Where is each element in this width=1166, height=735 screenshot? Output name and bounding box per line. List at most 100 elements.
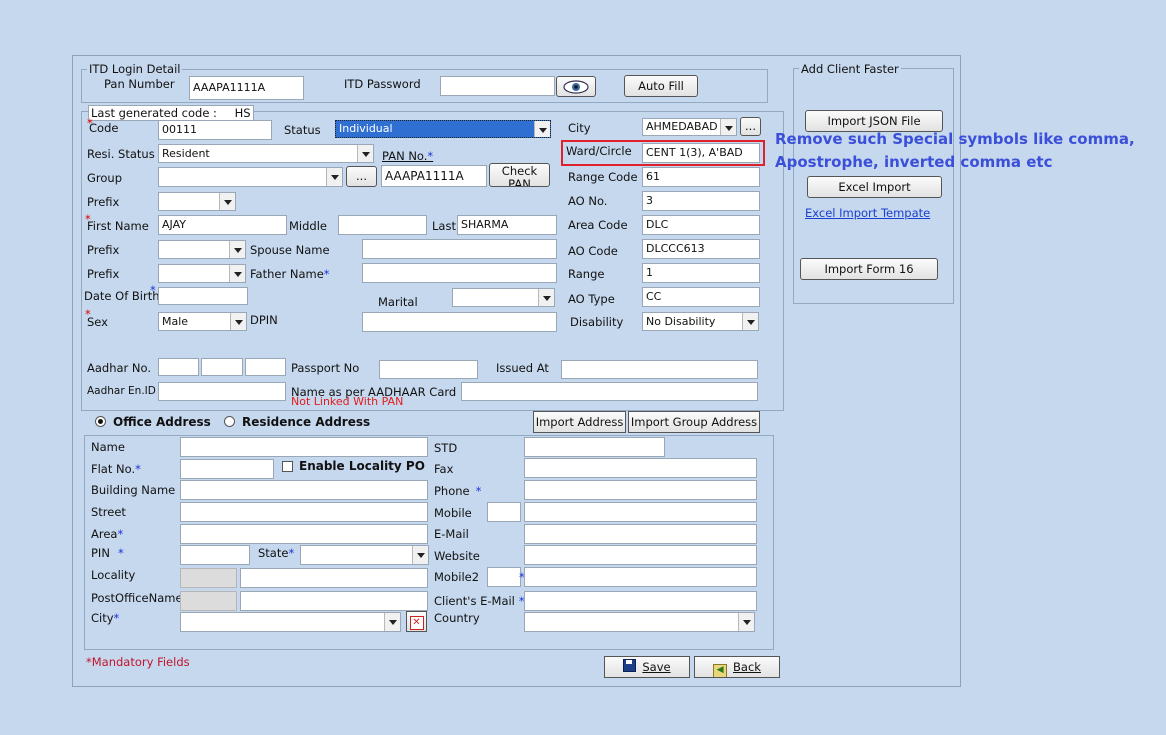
website-input[interactable] bbox=[524, 545, 757, 565]
ao-type-input[interactable]: CC bbox=[642, 287, 760, 307]
state-label: State* bbox=[258, 546, 294, 560]
spouse-name-input[interactable] bbox=[362, 239, 557, 259]
father-prefix-select[interactable] bbox=[158, 264, 246, 283]
import-json-button[interactable]: Import JSON File bbox=[805, 110, 943, 132]
sex-select[interactable]: Male bbox=[158, 312, 247, 331]
father-required-mark: * bbox=[323, 267, 330, 281]
pin-required-mark: * bbox=[117, 546, 124, 560]
last-code-box: Last generated code : HS bbox=[88, 105, 254, 121]
dob-input[interactable] bbox=[158, 287, 248, 305]
mobile2-input[interactable] bbox=[524, 567, 757, 587]
import-address-button[interactable]: Import Address bbox=[533, 411, 626, 433]
flat-no-input[interactable] bbox=[180, 459, 274, 479]
fax-input[interactable] bbox=[524, 458, 757, 478]
pan-no-link[interactable]: PAN No.* bbox=[382, 149, 433, 163]
ao-no-input[interactable]: 3 bbox=[642, 191, 760, 211]
floppy-disk-icon bbox=[623, 659, 637, 672]
range-code-input[interactable]: 61 bbox=[642, 167, 760, 187]
first-name-input[interactable]: AJAY bbox=[158, 215, 287, 235]
name-aadhaar-input[interactable] bbox=[461, 382, 758, 401]
office-address-label[interactable]: Office Address bbox=[113, 415, 211, 429]
passport-input[interactable] bbox=[379, 360, 478, 379]
ward-circle-input[interactable]: CENT 1(3), A'BAD bbox=[642, 143, 760, 163]
pin-input[interactable] bbox=[180, 545, 250, 565]
locality-po-checkbox[interactable] bbox=[282, 461, 293, 472]
prefix-select[interactable] bbox=[158, 192, 236, 211]
status-select[interactable]: Individual bbox=[335, 120, 551, 138]
mobile-input[interactable] bbox=[524, 502, 757, 522]
show-password-button[interactable] bbox=[556, 76, 596, 97]
group-select[interactable] bbox=[158, 167, 343, 187]
excel-import-button[interactable]: Excel Import bbox=[807, 176, 942, 198]
addr-name-input[interactable] bbox=[180, 437, 428, 457]
state-required-mark: * bbox=[288, 546, 295, 560]
issued-at-label: Issued At bbox=[496, 361, 549, 375]
status-label: Status bbox=[284, 123, 321, 137]
import-group-address-button[interactable]: Import Group Address bbox=[628, 411, 760, 433]
auto-fill-button[interactable]: Auto Fill bbox=[624, 75, 698, 97]
marital-select[interactable] bbox=[452, 288, 555, 307]
excel-template-link[interactable]: Excel Import Tempate bbox=[805, 206, 930, 220]
group-browse-button[interactable]: ... bbox=[346, 166, 377, 187]
pan-input[interactable]: AAAPA1111A bbox=[381, 165, 487, 187]
father-name-label: Father Name* bbox=[250, 267, 330, 281]
area-input[interactable] bbox=[180, 524, 428, 544]
resi-status-select[interactable]: Resident bbox=[158, 144, 374, 163]
fax-label: Fax bbox=[434, 462, 454, 476]
back-button[interactable]: ◀ Back bbox=[694, 656, 780, 678]
ao-code-input[interactable]: DLCCC613 bbox=[642, 239, 760, 259]
first-name-label: First Name bbox=[87, 219, 149, 233]
eye-icon bbox=[563, 80, 589, 94]
addr-name-label: Name bbox=[91, 440, 125, 454]
mobile-label: Mobile bbox=[434, 506, 472, 520]
disability-label: Disability bbox=[570, 315, 624, 329]
import-form16-button[interactable]: Import Form 16 bbox=[800, 258, 938, 280]
not-linked-warning: Not Linked With PAN bbox=[291, 395, 404, 408]
residence-address-radio[interactable] bbox=[224, 416, 235, 427]
locality-input[interactable] bbox=[240, 568, 428, 588]
client-email-input[interactable] bbox=[524, 591, 757, 611]
post-office-input[interactable] bbox=[240, 591, 428, 611]
ao-city-browse-button[interactable]: ... bbox=[740, 117, 761, 136]
range-input[interactable]: 1 bbox=[642, 263, 760, 283]
status-value: Individual bbox=[339, 122, 393, 135]
ao-city-select[interactable]: AHMEDABAD bbox=[642, 118, 737, 136]
dpin-input[interactable] bbox=[362, 312, 557, 332]
mobile-code-input[interactable] bbox=[487, 502, 521, 522]
state-select[interactable] bbox=[300, 545, 429, 565]
aadhar-part1-input[interactable] bbox=[158, 358, 199, 376]
aadhar-enrol-label: Aadhar En.ID bbox=[87, 385, 156, 397]
disability-select[interactable]: No Disability bbox=[642, 312, 759, 331]
check-pan-button[interactable]: Check PAN bbox=[489, 163, 550, 187]
itd-password-input[interactable] bbox=[440, 76, 555, 96]
mandatory-note: *Mandatory Fields bbox=[86, 655, 190, 669]
father-name-input[interactable] bbox=[362, 263, 557, 283]
code-input[interactable]: 00111 bbox=[158, 120, 272, 140]
mobile2-code-input[interactable] bbox=[487, 567, 521, 587]
chevron-down-icon bbox=[534, 121, 550, 137]
middle-name-input[interactable] bbox=[338, 215, 427, 235]
aadhar-enrol-input[interactable] bbox=[158, 382, 286, 401]
building-name-input[interactable] bbox=[180, 480, 428, 500]
close-icon: ✕ bbox=[409, 616, 424, 630]
aadhar-part3-input[interactable] bbox=[245, 358, 286, 376]
office-address-radio[interactable] bbox=[95, 416, 106, 427]
chevron-down-icon bbox=[229, 265, 245, 282]
residence-address-label[interactable]: Residence Address bbox=[242, 415, 370, 429]
chevron-down-icon bbox=[384, 613, 400, 631]
save-button[interactable]: Save bbox=[604, 656, 690, 678]
spouse-prefix-select[interactable] bbox=[158, 240, 246, 259]
pan-number-label: Pan Number bbox=[104, 77, 175, 91]
country-select[interactable] bbox=[524, 612, 755, 632]
email-input[interactable] bbox=[524, 524, 757, 544]
last-name-input[interactable]: SHARMA bbox=[457, 215, 557, 235]
street-input[interactable] bbox=[180, 502, 428, 522]
area-code-input[interactable]: DLC bbox=[642, 215, 760, 235]
addr-city-select[interactable] bbox=[180, 612, 401, 632]
std-input[interactable] bbox=[524, 437, 665, 457]
itd-pan-input[interactable]: AAAPA1111A bbox=[189, 76, 304, 100]
phone-input[interactable] bbox=[524, 480, 757, 500]
aadhar-part2-input[interactable] bbox=[201, 358, 243, 376]
clear-city-button[interactable]: ✕ bbox=[406, 611, 427, 632]
issued-at-input[interactable] bbox=[561, 360, 758, 379]
